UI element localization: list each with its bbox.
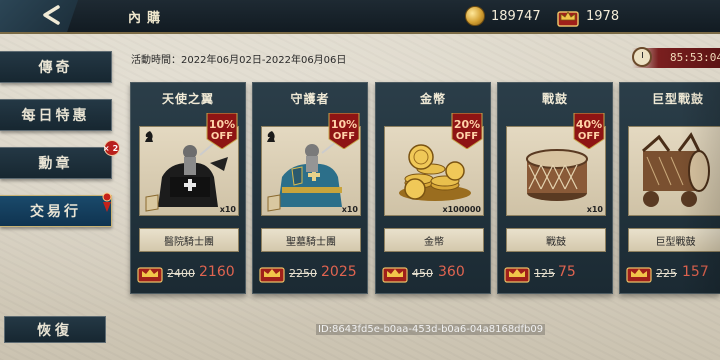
- crown-currency-icon: [382, 267, 408, 283]
- medal-count-badge: ×2: [103, 140, 120, 156]
- clock-icon: [632, 47, 652, 67]
- crown-currency-icon: [137, 267, 163, 283]
- item-title: 天使之翼: [161, 92, 214, 106]
- giant-war-drum-icon: [642, 132, 710, 207]
- original-price: 2250: [289, 267, 317, 280]
- discount-percent: 10%: [208, 118, 236, 131]
- original-price: 225: [656, 267, 677, 280]
- menu-item-legend[interactable]: 傳奇: [0, 51, 112, 83]
- item-title: 守護者: [290, 92, 330, 106]
- timer-text: 85:53:04: [670, 51, 720, 64]
- item-title: 金幣: [419, 92, 446, 106]
- item-title: 戰鼓: [541, 92, 568, 106]
- discount-tag: 10% OFF: [205, 113, 239, 149]
- back-arrow-icon: [43, 5, 60, 25]
- item-name: 戰鼓: [506, 228, 606, 252]
- price-row[interactable]: 450 360: [376, 261, 490, 285]
- shop-item-card[interactable]: 天使之翼 x10 10% OFF 醫院騎士團 2400 2160: [130, 82, 246, 294]
- original-price: 2400: [167, 267, 195, 280]
- item-name: 聖墓騎士團: [261, 228, 361, 252]
- shop-item-card[interactable]: 戰鼓 x10 40% OFF 戰鼓 125 75: [497, 82, 613, 294]
- gold-coin-icon: [465, 6, 485, 26]
- gold-currency: 189747: [465, 6, 541, 26]
- menu-item-label: 勳章: [38, 156, 73, 172]
- discount-label: OFF: [210, 131, 234, 142]
- shop-item-card[interactable]: 巨型戰鼓 巨型戰鼓 225 157: [619, 82, 720, 294]
- crown-amount: 1978: [586, 8, 620, 24]
- menu-item-trading-post[interactable]: 交易行: [0, 192, 112, 227]
- discount-label: OFF: [332, 131, 356, 142]
- item-quantity: x100000: [442, 205, 481, 214]
- price-row[interactable]: 225 157: [620, 261, 720, 285]
- original-price: 125: [534, 267, 555, 280]
- item-quantity: x10: [586, 205, 603, 214]
- discount-tag: 40% OFF: [572, 113, 606, 149]
- knight-chess-icon: [267, 131, 275, 142]
- gold-amount: 189747: [491, 8, 541, 24]
- price-row[interactable]: 2400 2160: [131, 261, 245, 285]
- discount-tag: 10% OFF: [327, 113, 361, 149]
- sale-price: 75: [558, 264, 576, 280]
- crown-icon: [557, 11, 579, 27]
- event-time: 活動時間：2022年06月02日-2022年06月06日: [131, 55, 347, 66]
- active-flag-icon: [102, 192, 112, 212]
- item-title: 巨型戰鼓: [651, 92, 704, 106]
- crown-currency-icon: [626, 267, 652, 283]
- item-image: [628, 126, 720, 216]
- menu-item-label: 傳奇: [38, 60, 73, 76]
- crown-currency-icon: [259, 267, 285, 283]
- crown-currency-icon: [504, 267, 530, 283]
- item-quantity: x10: [219, 205, 236, 214]
- discount-percent: 10%: [330, 118, 358, 131]
- sale-price: 2025: [321, 264, 357, 280]
- discount-label: OFF: [455, 131, 479, 142]
- discount-label: OFF: [577, 131, 601, 142]
- price-row[interactable]: 125 75: [498, 261, 612, 285]
- menu-item-medals[interactable]: 勳章 ×2: [0, 140, 120, 179]
- top-bar: 內購 189747 1978: [0, 0, 720, 34]
- shop-item-card[interactable]: 金幣 x100000 20% OFF 金幣 450 360: [375, 82, 491, 294]
- shop-item-card[interactable]: 守護者 x10 10% OFF 聖墓騎士團 2250 2025: [252, 82, 368, 294]
- user-id: ID:8643fd5e-b0aa-453d-b0a6-04a8168dfb09: [316, 324, 546, 335]
- item-name: 醫院騎士團: [139, 228, 239, 252]
- discount-tag: 20% OFF: [450, 113, 484, 149]
- menu-item-label: 每日特惠: [21, 108, 90, 124]
- item-quantity: x10: [341, 205, 358, 214]
- sale-price: 157: [682, 264, 709, 280]
- crown-currency: 1978: [556, 6, 620, 27]
- menu-item-daily-deals[interactable]: 每日特惠: [0, 99, 112, 131]
- sale-price: 360: [438, 264, 465, 280]
- discount-percent: 20%: [453, 118, 481, 131]
- restore-button[interactable]: 恢復: [4, 316, 106, 343]
- page-title: 內購: [128, 11, 167, 26]
- original-price: 450: [412, 267, 433, 280]
- restore-label: 恢復: [37, 322, 73, 339]
- sale-price: 2160: [199, 264, 235, 280]
- discount-percent: 40%: [575, 118, 603, 131]
- countdown-timer: 85:53:04: [632, 47, 720, 68]
- menu-item-label: 交易行: [30, 204, 81, 220]
- item-name: 巨型戰鼓: [628, 228, 720, 252]
- price-row[interactable]: 2250 2025: [253, 261, 367, 285]
- back-button[interactable]: [0, 0, 78, 32]
- item-name: 金幣: [384, 228, 484, 252]
- knight-chess-icon: [145, 131, 153, 142]
